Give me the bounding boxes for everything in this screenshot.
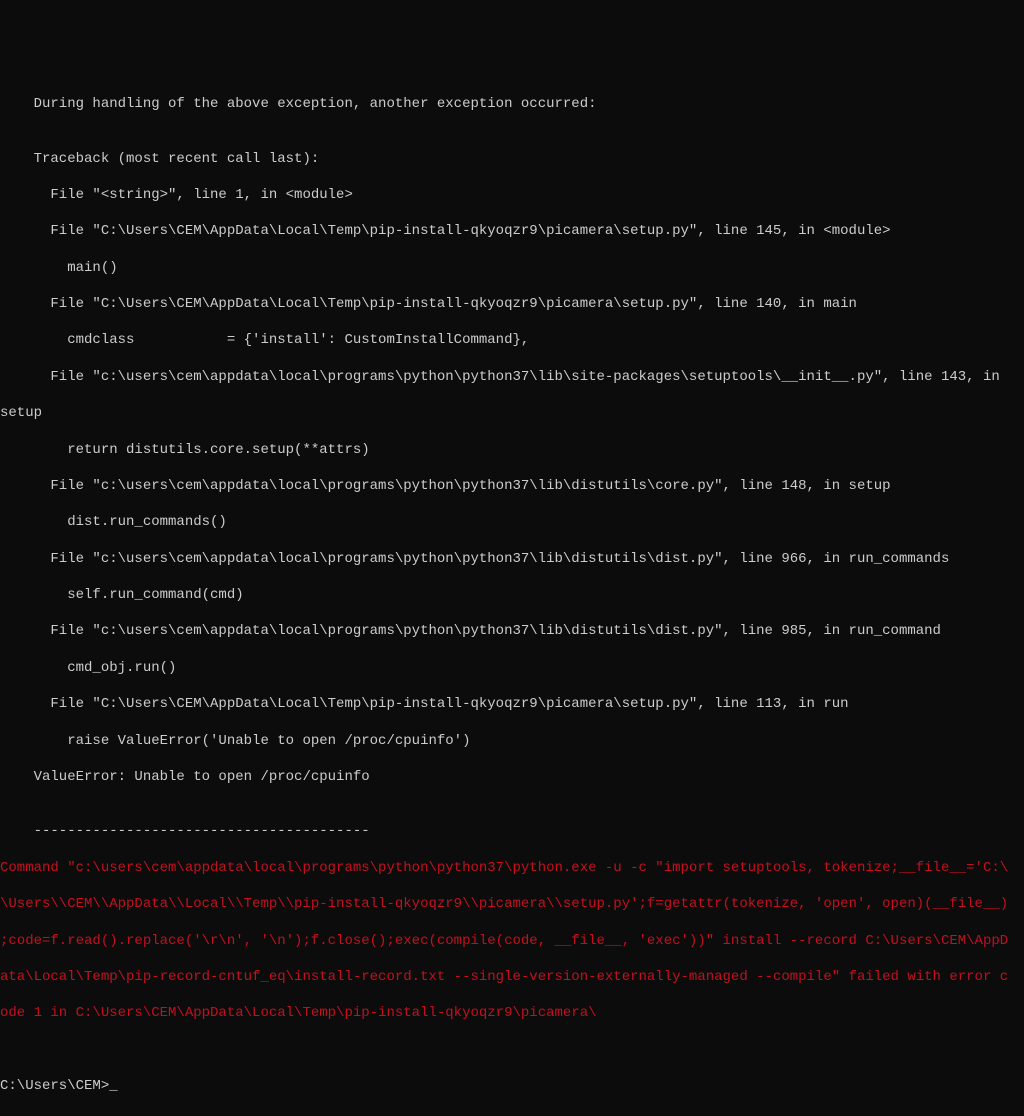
traceback-line: During handling of the above exception, … (0, 95, 1024, 113)
traceback-line: return distutils.core.setup(**attrs) (0, 441, 1024, 459)
error-line: \Users\\CEM\\AppData\\Local\\Temp\\pip-i… (0, 895, 1024, 913)
traceback-line: cmdclass = {'install': CustomInstallComm… (0, 331, 1024, 349)
traceback-line: File "c:\users\cem\appdata\local\program… (0, 368, 1024, 386)
error-line: ata\Local\Temp\pip-record-cntuf_eq\insta… (0, 968, 1024, 986)
separator-line: ---------------------------------------- (0, 822, 1024, 840)
traceback-line: Traceback (most recent call last): (0, 150, 1024, 168)
terminal-output[interactable]: During handling of the above exception, … (0, 77, 1024, 1096)
traceback-line: ValueError: Unable to open /proc/cpuinfo (0, 768, 1024, 786)
traceback-line: raise ValueError('Unable to open /proc/c… (0, 732, 1024, 750)
traceback-line: File "c:\users\cem\appdata\local\program… (0, 550, 1024, 568)
cursor: _ (109, 1078, 117, 1094)
traceback-line: cmd_obj.run() (0, 659, 1024, 677)
traceback-line: main() (0, 259, 1024, 277)
traceback-line: File "C:\Users\CEM\AppData\Local\Temp\pi… (0, 295, 1024, 313)
command-prompt[interactable]: C:\Users\CEM> (0, 1078, 109, 1094)
traceback-line: dist.run_commands() (0, 513, 1024, 531)
blank-line (0, 1041, 1024, 1059)
traceback-line: File "c:\users\cem\appdata\local\program… (0, 477, 1024, 495)
traceback-line: File "C:\Users\CEM\AppData\Local\Temp\pi… (0, 695, 1024, 713)
traceback-line: setup (0, 404, 1024, 422)
traceback-line: File "<string>", line 1, in <module> (0, 186, 1024, 204)
traceback-line: File "c:\users\cem\appdata\local\program… (0, 622, 1024, 640)
traceback-line: self.run_command(cmd) (0, 586, 1024, 604)
error-line: ;code=f.read().replace('\r\n', '\n');f.c… (0, 932, 1024, 950)
error-line: Command "c:\users\cem\appdata\local\prog… (0, 859, 1024, 877)
traceback-line: File "C:\Users\CEM\AppData\Local\Temp\pi… (0, 222, 1024, 240)
error-line: ode 1 in C:\Users\CEM\AppData\Local\Temp… (0, 1004, 1024, 1022)
